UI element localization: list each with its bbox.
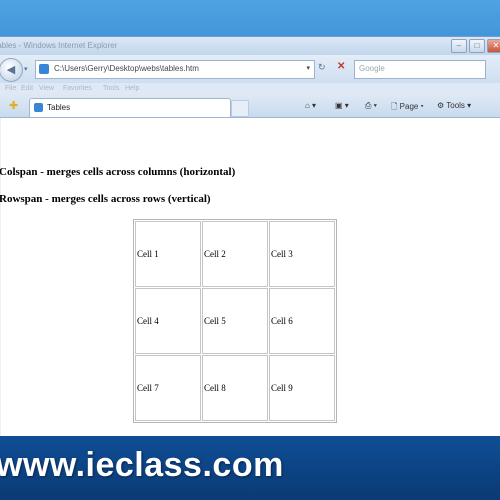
watermark-text: www.ieclass.com — [0, 446, 284, 484]
close-button[interactable]: ✕ — [487, 39, 500, 53]
history-dropdown-icon[interactable]: ▾ — [24, 65, 28, 73]
table-cell: Cell 5 — [202, 288, 268, 354]
search-placeholder: Google — [359, 64, 385, 73]
menu-item-view[interactable]: View — [39, 83, 54, 95]
table-row: Cell 1 Cell 2 Cell 3 — [135, 221, 335, 287]
search-input[interactable]: Google — [354, 60, 486, 79]
title-bar: tables - Windows Internet Explorer – □ ✕ — [0, 37, 500, 55]
tab-tables[interactable]: Tables — [29, 98, 231, 117]
window-title: tables - Windows Internet Explorer — [0, 41, 118, 50]
table-cell: Cell 1 — [135, 221, 201, 287]
favorites-star-icon[interactable]: ✚ — [9, 99, 18, 112]
url-dropdown-icon[interactable]: ▾ — [306, 64, 310, 72]
table-cell: Cell 6 — [269, 288, 335, 354]
feeds-icon[interactable]: ▣ ▾ — [335, 101, 349, 110]
heading-colspan: Colspan - merges cells across columns (h… — [0, 166, 236, 178]
table-cell: Cell 3 — [269, 221, 335, 287]
table-cell: Cell 9 — [269, 355, 335, 421]
table-row: Cell 4 Cell 5 Cell 6 — [135, 288, 335, 354]
url-field[interactable]: C:\Users\Gerry\Desktop\webs\tables.htm ▾ — [35, 60, 315, 79]
home-icon[interactable]: ⌂ ▾ — [305, 101, 316, 110]
back-button[interactable]: ◀ — [0, 58, 23, 82]
tab-bar: ✚ Tables ⌂ ▾ ▣ ▾ ⎙ ▾ 🗋 Page ▾ ⚙ Tools ▾ — [0, 95, 500, 118]
page-menu-label: Page — [399, 102, 419, 111]
menu-item-favorites[interactable]: Favorites — [63, 83, 92, 95]
cell-table: Cell 1 Cell 2 Cell 3 Cell 4 Cell 5 Cell … — [133, 219, 337, 423]
refresh-icon[interactable]: ↻ — [318, 62, 326, 73]
page-menu-button[interactable]: 🗋 Page ▾ — [391, 101, 424, 115]
ie-window: tables - Windows Internet Explorer – □ ✕… — [0, 36, 500, 438]
table-cell: Cell 4 — [135, 288, 201, 354]
page-content: Colspan - merges cells across columns (h… — [0, 118, 500, 437]
tab-label: Tables — [47, 103, 71, 112]
stop-icon[interactable]: ✕ — [337, 61, 345, 72]
menu-item-tools[interactable]: Tools — [103, 83, 119, 95]
heading-rowspan: Rowspan - merges cells across rows (vert… — [0, 193, 211, 205]
menu-bar: File Edit View Favorites Tools Help — [0, 83, 500, 95]
minimize-button[interactable]: – — [451, 39, 467, 53]
menu-item-file[interactable]: File — [5, 83, 16, 95]
table-row: Cell 7 Cell 8 Cell 9 — [135, 355, 335, 421]
table-cell: Cell 7 — [135, 355, 201, 421]
watermark-banner: www.ieclass.com — [0, 436, 500, 500]
page-icon — [39, 64, 49, 74]
tools-menu-label: Tools — [446, 101, 465, 110]
url-text: C:\Users\Gerry\Desktop\webs\tables.htm — [54, 64, 199, 73]
table-cell: Cell 2 — [202, 221, 268, 287]
table-cell: Cell 8 — [202, 355, 268, 421]
maximize-button[interactable]: □ — [469, 39, 485, 53]
tab-page-icon — [34, 103, 43, 112]
window-controls: – □ ✕ — [451, 39, 500, 53]
address-bar: ◀ ▾ C:\Users\Gerry\Desktop\webs\tables.h… — [0, 55, 500, 83]
menu-item-edit[interactable]: Edit — [21, 83, 33, 95]
new-tab-button[interactable] — [231, 100, 249, 117]
menu-item-help[interactable]: Help — [125, 83, 139, 95]
tools-menu-button[interactable]: ⚙ Tools ▾ — [437, 101, 471, 110]
print-icon[interactable]: ⎙ ▾ — [365, 101, 377, 111]
